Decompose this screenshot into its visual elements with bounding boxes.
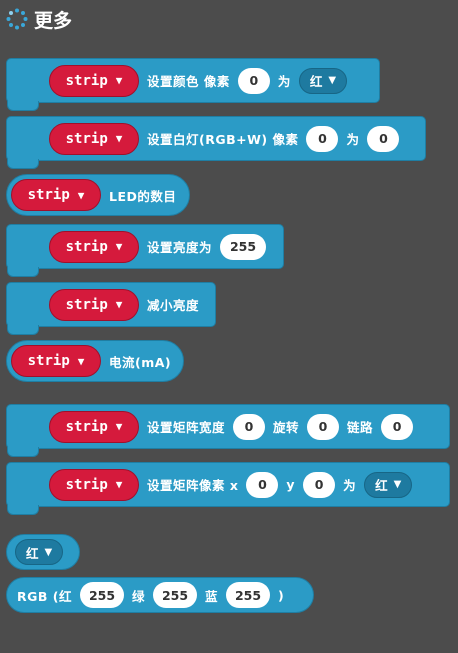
caret-down-icon: ▼ — [44, 546, 53, 558]
matrix-width-input[interactable]: 0 — [233, 413, 266, 440]
led-count-block[interactable]: strip ▼ LED的数目 — [6, 174, 190, 216]
block-label: 为 — [277, 74, 291, 89]
block-label: 为 — [343, 478, 357, 493]
block-label: 旋转 — [273, 420, 300, 435]
strip-dropdown[interactable]: strip ▼ — [49, 122, 139, 155]
strip-dropdown[interactable]: strip ▼ — [11, 345, 101, 377]
strip-dropdown[interactable]: strip ▼ — [49, 468, 139, 501]
color-value: 红 — [375, 478, 388, 493]
block-label: RGB (红 — [17, 588, 72, 604]
strip-dropdown[interactable]: strip ▼ — [11, 179, 101, 211]
category-title: 更多 — [34, 9, 73, 32]
strip-label: strip — [65, 476, 108, 493]
rotate-input[interactable]: 0 — [307, 413, 340, 440]
block-notch — [7, 505, 39, 515]
block-notch — [7, 267, 39, 277]
white-value-input[interactable]: 0 — [367, 125, 400, 152]
rgb-reporter-block[interactable]: RGB (红 255 绿 255 蓝 255 ) — [6, 577, 314, 613]
block-label: 电流(mA) — [109, 354, 172, 370]
set-brightness-block[interactable]: strip ▼ 设置亮度为 255 — [6, 224, 284, 277]
caret-down-icon: ▼ — [77, 188, 85, 202]
block-label: ) — [278, 587, 285, 603]
block-label: 设置矩阵像素 x — [147, 478, 239, 493]
strip-label: strip — [65, 130, 108, 147]
strip-label: strip — [27, 353, 70, 369]
red-input[interactable]: 255 — [79, 582, 124, 608]
strip-label: strip — [27, 187, 70, 203]
caret-down-icon: ▼ — [115, 298, 123, 311]
color-reporter-block[interactable]: 红 ▼ — [6, 534, 80, 570]
strip-dropdown[interactable]: strip ▼ — [49, 410, 139, 443]
color-dropdown[interactable]: 红 ▼ — [15, 539, 64, 565]
pixel-input[interactable]: 0 — [237, 67, 270, 94]
green-input[interactable]: 255 — [153, 582, 197, 608]
spinner-icon — [6, 8, 28, 30]
block-notch — [7, 325, 39, 335]
pixel-input[interactable]: 0 — [306, 125, 339, 152]
caret-down-icon: ▼ — [115, 240, 123, 253]
current-ma-block[interactable]: strip ▼ 电流(mA) — [6, 340, 184, 382]
block-notch — [7, 159, 39, 169]
color-value: 红 — [26, 545, 39, 561]
block-label: 绿 — [131, 588, 145, 604]
block-label: 设置亮度为 — [147, 240, 213, 255]
color-dropdown[interactable]: 红 ▼ — [364, 471, 413, 498]
strip-label: strip — [65, 72, 108, 89]
reduce-brightness-block[interactable]: strip ▼ 减小亮度 — [6, 282, 216, 335]
strip-label: strip — [65, 238, 108, 255]
chain-input[interactable]: 0 — [381, 413, 414, 440]
block-notch — [7, 447, 39, 457]
block-label: 设置颜色 像素 — [147, 74, 230, 89]
block-notch — [7, 101, 39, 111]
caret-down-icon: ▼ — [115, 420, 123, 433]
category-header: 更多 — [6, 6, 72, 32]
set-matrix-width-block[interactable]: strip ▼ 设置矩阵宽度 0 旋转 0 链路 0 — [6, 404, 450, 457]
strip-label: strip — [65, 296, 108, 313]
caret-down-icon: ▼ — [77, 354, 85, 368]
x-input[interactable]: 0 — [246, 471, 279, 498]
strip-dropdown[interactable]: strip ▼ — [49, 230, 139, 263]
block-label: 减小亮度 — [147, 298, 200, 313]
set-white-block[interactable]: strip ▼ 设置白灯(RGB+W) 像素 0 为 0 — [6, 116, 426, 169]
block-label: 设置白灯(RGB+W) 像素 — [147, 132, 299, 147]
caret-down-icon: ▼ — [393, 479, 402, 490]
block-label: 蓝 — [205, 588, 219, 604]
block-label: LED的数目 — [109, 188, 177, 204]
strip-dropdown[interactable]: strip ▼ — [49, 288, 139, 321]
caret-down-icon: ▼ — [328, 75, 337, 86]
y-input[interactable]: 0 — [303, 471, 336, 498]
block-label: 为 — [346, 132, 360, 147]
strip-dropdown[interactable]: strip ▼ — [49, 64, 139, 97]
blue-input[interactable]: 255 — [226, 582, 271, 608]
strip-label: strip — [65, 418, 108, 435]
set-matrix-pixel-block[interactable]: strip ▼ 设置矩阵像素 x 0 y 0 为 红 ▼ — [6, 462, 450, 515]
color-value: 红 — [309, 74, 323, 89]
set-pixel-color-block[interactable]: strip ▼ 设置颜色 像素 0 为 红 ▼ — [6, 58, 380, 111]
caret-down-icon: ▼ — [115, 478, 123, 491]
caret-down-icon: ▼ — [115, 132, 123, 145]
block-label: 链路 — [347, 420, 374, 435]
block-label: 设置矩阵宽度 — [147, 420, 226, 435]
color-dropdown[interactable]: 红 ▼ — [298, 67, 348, 94]
caret-down-icon: ▼ — [115, 74, 123, 87]
brightness-input[interactable]: 255 — [220, 233, 267, 260]
block-label: y — [286, 477, 296, 492]
